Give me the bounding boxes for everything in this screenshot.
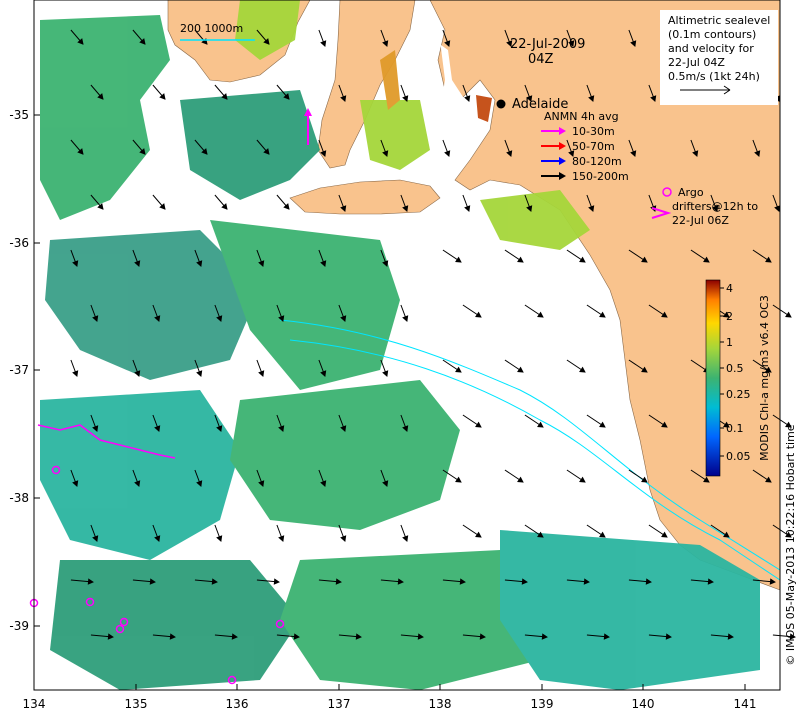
- colorbar-tick-label: 0.05: [726, 450, 751, 463]
- y-tick-label: -39: [9, 619, 29, 633]
- svg-text:22-Jul 06Z: 22-Jul 06Z: [672, 214, 729, 227]
- x-tick-label: 134: [23, 697, 46, 711]
- svg-text:0.5m/s (1kt 24h): 0.5m/s (1kt 24h): [668, 70, 760, 83]
- y-tick-label: -37: [9, 363, 29, 377]
- colorbar-tick-label: 0.5: [726, 362, 744, 375]
- x-tick-label: 136: [226, 697, 249, 711]
- anmn-legend-label: 80-120m: [572, 155, 622, 168]
- x-tick-label: 135: [125, 697, 148, 711]
- colorbar-label: MODIS Chl-a mg/m3 v6.4 OC3: [758, 295, 771, 461]
- scale-label: 200 1000m: [180, 22, 243, 35]
- x-tick-label: 137: [328, 697, 351, 711]
- x-tick-label: 138: [429, 697, 452, 711]
- anmn-legend-label: 10-30m: [572, 125, 615, 138]
- y-tick-label: -38: [9, 491, 29, 505]
- colorbar-tick-label: 2: [726, 310, 733, 323]
- x-tick-label: 139: [531, 697, 554, 711]
- time-title: 04Z: [528, 52, 554, 67]
- svg-text:and velocity for: and velocity for: [668, 42, 754, 55]
- svg-text:drifters@12h to: drifters@12h to: [672, 200, 758, 213]
- y-tick-label: -35: [9, 108, 29, 122]
- adelaide-marker: [496, 99, 506, 109]
- anmn-legend-label: 50-70m: [572, 140, 615, 153]
- date-title: 22-Jul-2009: [510, 37, 585, 52]
- credit: © IMOS 05-May-2013 10:22:16 Hobart time: [784, 424, 797, 665]
- colorbar-tick-label: 4: [726, 282, 733, 295]
- svg-text:Argo: Argo: [678, 186, 704, 199]
- svg-text:22-Jul 04Z: 22-Jul 04Z: [668, 56, 725, 69]
- colorbar-tick-label: 0.25: [726, 388, 751, 401]
- colorbar-tick-label: 0.1: [726, 422, 744, 435]
- anmn-title: ANMN 4h avg: [544, 110, 619, 123]
- x-tick-label: 140: [632, 697, 655, 711]
- y-tick-label: -36: [9, 236, 29, 250]
- svg-text:Altimetric sealevel: Altimetric sealevel: [668, 14, 770, 27]
- map-figure: Adelaide 22-Jul-2009 04Z 200 1000m Altim…: [9, 0, 797, 711]
- colorbar-tick-label: 1: [726, 336, 733, 349]
- svg-text:(0.1m contours): (0.1m contours): [668, 28, 756, 41]
- x-tick-label: 141: [734, 697, 757, 711]
- anmn-legend-label: 150-200m: [572, 170, 629, 183]
